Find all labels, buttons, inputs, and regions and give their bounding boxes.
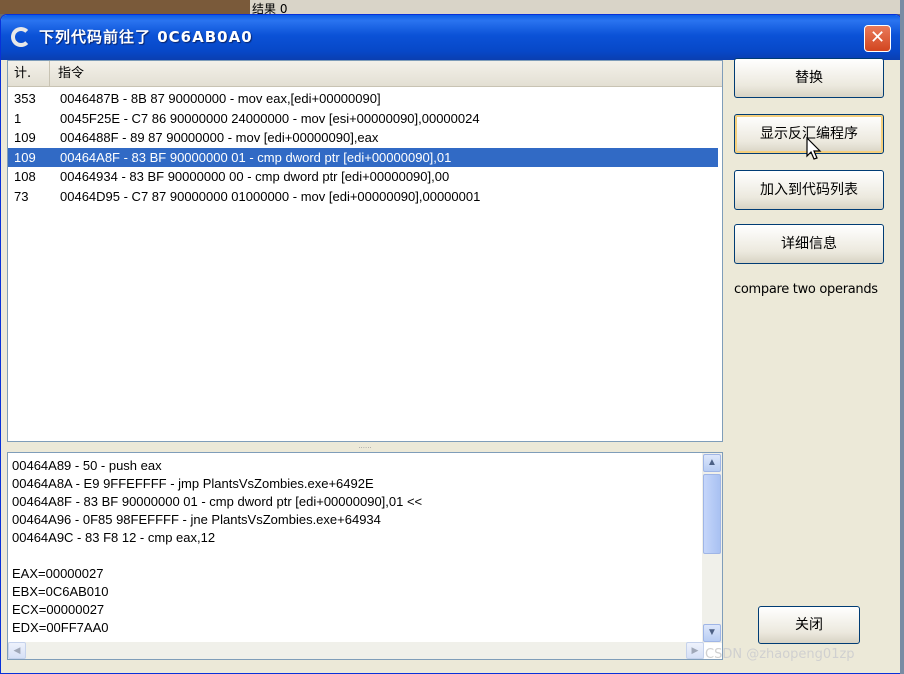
scroll-right-icon[interactable]: ▶ — [686, 642, 704, 659]
disassembly-line: EAX=00000027 — [12, 566, 104, 581]
disassembly-line: 00464A89 - 50 - push eax — [12, 458, 162, 473]
list-item-count: 109 — [14, 130, 36, 145]
list-header: 计. 指令 — [8, 61, 722, 87]
mouse-pointer-icon — [806, 137, 822, 160]
disassembly-line: 00464A8A - E9 9FFEFFFF - jmp PlantsVsZom… — [12, 476, 374, 491]
window-title: 下列代码前往了 0C6AB0A0 — [39, 28, 253, 46]
list-item[interactable]: 1 0045F25E - C7 86 90000000 24000000 - mo… — [8, 109, 722, 129]
list-item[interactable]: 73 00464D95 - C7 87 90000000 01000000 - m… — [8, 187, 722, 207]
background-strip: 结果 0 — [0, 0, 904, 16]
disassembly-line: EBX=0C6AB010 — [12, 584, 109, 599]
instruction-description: compare two operands — [734, 282, 878, 297]
list-item-instruction: 00464934 - 83 BF 90000000 00 - cmp dword… — [60, 169, 450, 184]
disassembly-line: EDX=00FF7AA0 — [12, 620, 109, 635]
list-item[interactable]: 109 00464A8F - 83 BF 90000000 01 - cmp dw… — [8, 147, 718, 167]
scroll-left-icon[interactable]: ◀ — [8, 642, 26, 659]
column-header-instruction[interactable]: 指令 — [50, 61, 722, 86]
vertical-scrollbar[interactable]: ▲ ▼ — [702, 453, 722, 643]
disassembly-line: ECX=00000027 — [12, 602, 105, 617]
list-rows: 353 0046487B - 8B 87 90000000 - mov eax,[… — [8, 87, 722, 206]
watermark: CSDN @zhaopeng01zp — [705, 647, 855, 662]
disassembly-line: 00464A9C - 83 F8 12 - cmp eax,12 — [12, 530, 216, 545]
code-access-window: 下列代码前往了 0C6AB0A0 ✕ 计. 指令 353 0046487B - 8… — [0, 14, 902, 674]
disassembly-line: 00464A8F - 83 BF 90000000 01 - cmp dword… — [12, 494, 423, 509]
column-header-count[interactable]: 计. — [8, 61, 50, 86]
disassembly-line: 00464A96 - 0F85 98FEFFFF - jne PlantsVsZ… — [12, 512, 381, 527]
disassembly-text[interactable]: 00464A89 - 50 - push eax 00464A8A - E9 9F… — [12, 457, 700, 641]
scroll-thumb[interactable] — [703, 474, 721, 554]
list-item-instruction: 00464A8F - 83 BF 90000000 01 - cmp dword… — [60, 149, 452, 165]
list-item[interactable]: 109 0046488F - 89 87 90000000 - mov [edi+… — [8, 128, 722, 148]
scroll-down-icon[interactable]: ▼ — [703, 624, 721, 642]
replace-button[interactable]: 替换 — [734, 58, 884, 98]
disassembly-line — [12, 547, 700, 565]
add-to-codelist-button[interactable]: 加入到代码列表 — [734, 170, 884, 210]
background-left-block — [0, 0, 250, 14]
close-icon[interactable]: ✕ — [864, 25, 891, 52]
list-item-count: 1 — [14, 110, 22, 126]
scroll-up-icon[interactable]: ▲ — [703, 454, 721, 472]
list-item-instruction: 00464D95 - C7 87 90000000 01000000 - mov… — [60, 188, 481, 204]
list-item[interactable]: 108 00464934 - 83 BF 90000000 00 - cmp dw… — [8, 167, 722, 187]
list-item-count: 108 — [14, 169, 36, 184]
splitter-handle[interactable]: ...... — [7, 442, 723, 450]
list-item-count: 353 — [14, 91, 36, 106]
list-item-count: 73 — [14, 188, 29, 204]
horizontal-scrollbar[interactable]: ◀ ▶ — [8, 642, 704, 659]
disassembly-panel: 00464A89 - 50 - push eax 00464A8A - E9 9F… — [7, 452, 723, 660]
list-item-instruction: 0045F25E - C7 86 90000000 24000000 - mov… — [60, 110, 480, 126]
list-item-count: 109 — [14, 149, 36, 165]
instruction-list: 计. 指令 353 0046487B - 8B 87 90000000 - mov… — [7, 60, 723, 442]
list-item-instruction: 0046487B - 8B 87 90000000 - mov eax,[edi… — [60, 91, 381, 106]
cheat-engine-icon — [11, 27, 31, 47]
close-button[interactable]: 关闭 — [758, 606, 860, 644]
right-edge — [900, 0, 904, 674]
details-button[interactable]: 详细信息 — [734, 224, 884, 264]
title-bar[interactable]: 下列代码前往了 0C6AB0A0 ✕ — [1, 15, 901, 60]
list-item-instruction: 0046488F - 89 87 90000000 - mov [edi+000… — [60, 130, 379, 145]
list-item[interactable]: 353 0046487B - 8B 87 90000000 - mov eax,[… — [8, 89, 722, 109]
